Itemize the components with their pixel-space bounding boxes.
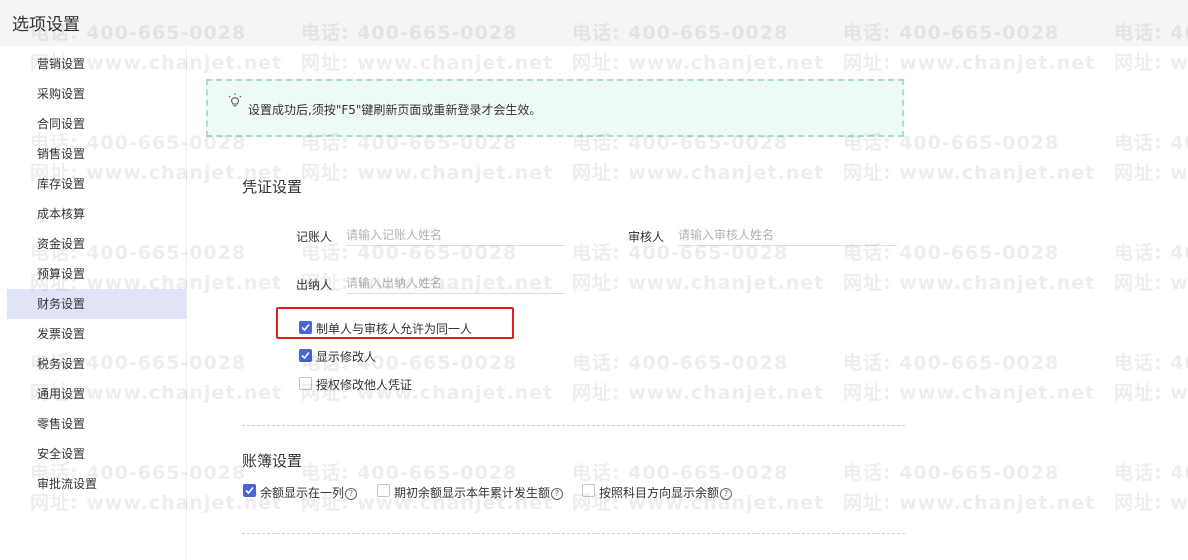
sidebar-item-costing[interactable]: 成本核算: [7, 199, 186, 229]
balance-single-column-checkbox[interactable]: [243, 484, 256, 497]
balance-single-column-option: 余额显示在一列?: [260, 484, 358, 501]
help-icon[interactable]: ?: [345, 487, 358, 500]
cashier-label: 出纳人: [296, 278, 333, 292]
opening-balance-ytd-option: 期初余额显示本年累计发生额?: [394, 484, 564, 501]
section-divider: [242, 425, 905, 426]
sidebar-item-retail[interactable]: 零售设置: [7, 409, 186, 439]
check-icon: [301, 351, 310, 360]
settings-content: 设置成功后,须按"F5"键刷新页面或重新登录才会生效。 凭证设置 记账人 审核人…: [187, 46, 1188, 560]
sidebar-item-contract[interactable]: 合同设置: [7, 109, 186, 139]
ledger-settings-title: 账簿设置: [242, 452, 303, 470]
check-icon: [245, 486, 254, 495]
sidebar-item-funds[interactable]: 资金设置: [7, 229, 186, 259]
balance-by-direction-checkbox[interactable]: [582, 484, 595, 497]
sidebar-item-marketing[interactable]: 营销设置: [7, 49, 186, 79]
sidebar-item-general[interactable]: 通用设置: [7, 379, 186, 409]
title-bar: 选项设置: [0, 0, 1188, 46]
balance-by-direction-label: 按照科目方向显示余额: [599, 486, 720, 500]
balance-single-column-label: 余额显示在一列: [260, 486, 345, 500]
bookkeeper-input[interactable]: [346, 225, 565, 246]
notice-banner: 设置成功后,须按"F5"键刷新页面或重新登录才会生效。: [206, 79, 904, 137]
cashier-input[interactable]: [346, 273, 565, 294]
balance-by-direction-option: 按照科目方向显示余额?: [599, 484, 733, 501]
sidebar-item-inventory[interactable]: 库存设置: [7, 169, 186, 199]
window-title: 选项设置: [12, 15, 80, 35]
lightbulb-icon: [228, 93, 242, 107]
opening-balance-ytd-checkbox[interactable]: [377, 484, 390, 497]
bookkeeper-label: 记账人: [296, 230, 333, 244]
sidebar-item-tax[interactable]: 税务设置: [7, 349, 186, 379]
auditor-label: 审核人: [628, 230, 665, 244]
same-preparer-auditor-label: 制单人与审核人允许为同一人: [316, 322, 473, 336]
voucher-settings-title: 凭证设置: [242, 178, 303, 196]
show-modifier-checkbox[interactable]: [299, 349, 312, 362]
authorize-edit-others-label: 授权修改他人凭证: [316, 378, 413, 392]
check-icon: [301, 323, 310, 332]
sidebar-item-invoice[interactable]: 发票设置: [7, 319, 186, 349]
section-divider: [242, 533, 905, 534]
sidebar-item-security[interactable]: 安全设置: [7, 439, 186, 469]
notice-text: 设置成功后,须按"F5"键刷新页面或重新登录才会生效。: [248, 103, 542, 117]
auditor-input[interactable]: [678, 225, 897, 246]
sidebar-item-approval[interactable]: 审批流设置: [7, 469, 186, 499]
authorize-edit-others-checkbox[interactable]: [299, 377, 312, 390]
sidebar-item-finance[interactable]: 财务设置: [7, 289, 186, 319]
sidebar-item-budget[interactable]: 预算设置: [7, 259, 186, 289]
sidebar-item-sales[interactable]: 销售设置: [7, 139, 186, 169]
same-preparer-auditor-checkbox[interactable]: [299, 321, 312, 334]
sidebar-item-purchase[interactable]: 采购设置: [7, 79, 186, 109]
show-modifier-label: 显示修改人: [316, 350, 377, 364]
settings-sidebar: 营销设置 采购设置 合同设置 销售设置 库存设置 成本核算 资金设置 预算设置 …: [0, 46, 187, 560]
help-icon[interactable]: ?: [720, 487, 733, 500]
help-icon[interactable]: ?: [551, 487, 564, 500]
opening-balance-ytd-label: 期初余额显示本年累计发生额: [394, 486, 551, 500]
